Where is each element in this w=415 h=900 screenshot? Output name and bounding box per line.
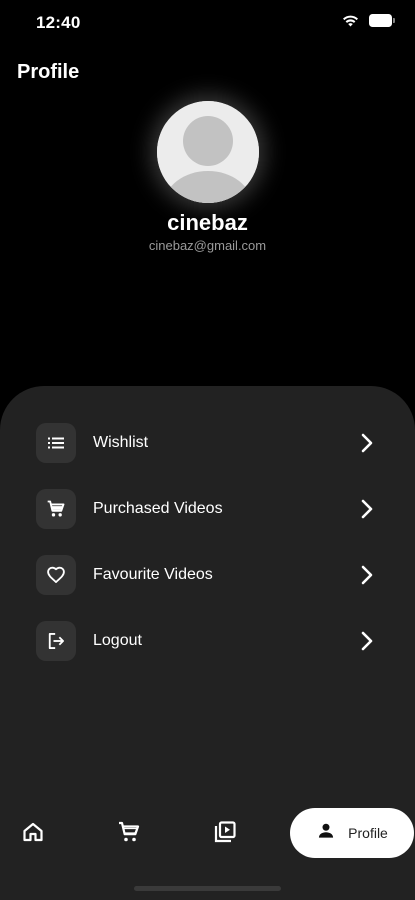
logout-icon: [36, 621, 76, 661]
menu-item-label: Purchased Videos: [93, 500, 223, 517]
menu-item-wishlist[interactable]: Wishlist: [0, 415, 415, 471]
profile-screen: 12:40 Profile cinebaz cinebaz@gmail.com: [0, 0, 415, 900]
cart-icon: [36, 489, 76, 529]
video-library-icon: [213, 820, 237, 849]
nav-home-button[interactable]: [10, 808, 56, 860]
status-icons: [342, 14, 395, 27]
status-bar: 12:40: [0, 0, 415, 46]
nav-profile-label: Profile: [348, 825, 388, 841]
chevron-right-icon: [358, 433, 376, 453]
menu-item-favourite-videos[interactable]: Favourite Videos: [0, 547, 415, 603]
person-icon: [316, 821, 336, 846]
battery-icon: [369, 14, 395, 27]
home-icon: [21, 820, 45, 849]
user-name: cinebaz: [167, 210, 248, 235]
chevron-right-icon: [358, 565, 376, 585]
menu-item-label: Wishlist: [93, 434, 149, 451]
menu-item-logout[interactable]: Logout: [0, 613, 415, 669]
menu-item-purchased-videos[interactable]: Purchased Videos: [0, 481, 415, 537]
status-time: 12:40: [36, 13, 81, 32]
avatar-placeholder-icon[interactable]: [157, 101, 259, 203]
list-icon: [36, 423, 76, 463]
menu-item-label: Favourite Videos: [93, 566, 213, 583]
chevron-right-icon: [358, 631, 376, 651]
page-title: Profile: [17, 61, 80, 83]
nav-profile-button[interactable]: Profile: [290, 808, 414, 858]
chevron-right-icon: [358, 499, 376, 519]
wifi-icon: [342, 14, 359, 27]
nav-videos-button[interactable]: [202, 808, 248, 860]
bottom-nav: Profile: [0, 808, 415, 860]
user-email: cinebaz@gmail.com: [148, 238, 267, 253]
home-indicator: [134, 886, 281, 891]
menu-item-label: Logout: [93, 632, 142, 649]
cart-icon: [117, 820, 141, 849]
nav-cart-button[interactable]: [106, 808, 152, 860]
heart-icon: [36, 555, 76, 595]
